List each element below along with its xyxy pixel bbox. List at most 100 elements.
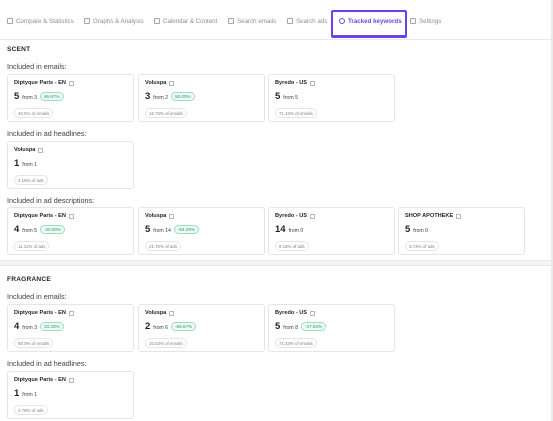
- external-link-icon[interactable]: [68, 377, 74, 383]
- tab-search-ads[interactable]: Search ads: [287, 14, 327, 28]
- tab-label: Compare & Statistics: [16, 17, 74, 25]
- count-value: 5: [275, 321, 281, 332]
- tab-compare-statistics[interactable]: Compare & Statistics: [7, 14, 74, 28]
- keyword-card[interactable]: Byredo - US 5 from 8 -37.50% 71.43% of ema…: [268, 304, 395, 352]
- keyword-card[interactable]: Byredo - US 5 from 5 71.43% of emails: [268, 74, 395, 122]
- from-value: from 5: [22, 228, 37, 234]
- keyword-card[interactable]: Voluspa 2 from 6 -66.67% 10.53% of emails: [138, 304, 265, 352]
- keyword-card[interactable]: Diptyque Paris - EN 4 from 5 -20.00% 11.11…: [7, 207, 134, 255]
- from-value: from 5: [283, 95, 298, 101]
- external-link-icon[interactable]: [169, 213, 175, 219]
- external-link-icon[interactable]: [456, 213, 462, 219]
- share-badge: 10.53% of emails: [145, 338, 187, 348]
- from-value: from 3: [22, 95, 37, 101]
- tab-label: Calendar & Content: [163, 17, 218, 25]
- group-label: Included in ad headlines:: [7, 359, 87, 368]
- chart-icon: [84, 18, 90, 24]
- external-link-icon[interactable]: [68, 213, 74, 219]
- share-badge: 16.76% of emails: [145, 108, 187, 118]
- section-divider: [0, 260, 553, 266]
- calendar-icon: [154, 18, 160, 24]
- group-label: Included in emails:: [7, 292, 67, 301]
- share-badge: 8.15% of ads: [275, 241, 309, 251]
- brand-name: Voluspa: [14, 147, 36, 153]
- share-badge: 11.11% of ads: [14, 241, 50, 251]
- external-link-icon[interactable]: [38, 147, 44, 153]
- brand-name: Byredo - US: [275, 80, 308, 86]
- keyword-card[interactable]: Voluspa 5 from 14 -64.29% 21.70% of ads: [138, 207, 265, 255]
- keyword-card[interactable]: Voluspa 1 from 1 4.15% of ads: [7, 141, 134, 189]
- section-title: FRAGRANCE: [7, 276, 51, 283]
- count-value: 1: [14, 158, 20, 169]
- external-link-icon[interactable]: [169, 310, 175, 316]
- tab-label: Graphs & Analysis: [93, 17, 144, 25]
- from-value: from 1: [22, 162, 37, 168]
- tab-settings[interactable]: Settings: [410, 14, 441, 28]
- share-badge: 71.43% of emails: [275, 108, 317, 118]
- tab-calendar-content[interactable]: Calendar & Content: [154, 14, 217, 28]
- active-tab-highlight: [331, 10, 407, 38]
- keyword-card[interactable]: SHOP APOTHEKE 5 from 0 3.73% of ads: [398, 207, 525, 255]
- keyword-card[interactable]: Diptyque Paris - EN 4 from 3 33.33% 50.0% …: [7, 304, 134, 352]
- gear-icon: [410, 18, 416, 24]
- from-value: from 0: [288, 228, 304, 234]
- section-title: SCENT: [7, 46, 31, 53]
- change-badge: -20.00%: [40, 225, 66, 234]
- count-value: 1: [14, 388, 20, 399]
- count-value: 14: [275, 224, 286, 235]
- brand-name: Voluspa: [145, 80, 167, 86]
- from-value: from 8: [283, 325, 298, 331]
- brand-name: Byredo - US: [275, 213, 308, 219]
- brand-name: Diptyque Paris - EN: [14, 80, 66, 86]
- tab-graphs-analysis[interactable]: Graphs & Analysis: [84, 14, 144, 28]
- share-badge: 71.43% of emails: [275, 338, 317, 348]
- tab-label: Settings: [419, 17, 442, 25]
- from-value: from 14: [153, 228, 171, 234]
- from-value: from 3: [22, 325, 37, 331]
- group-label: Included in ad descriptions:: [7, 196, 95, 205]
- change-badge: -66.67%: [171, 322, 197, 331]
- ad-search-icon: [287, 18, 293, 24]
- change-badge: 33.33%: [40, 322, 64, 331]
- count-value: 4: [14, 224, 20, 235]
- brand-name: Voluspa: [145, 310, 167, 316]
- external-link-icon[interactable]: [68, 310, 74, 316]
- keyword-card[interactable]: Diptyque Paris - EN 5 from 3 66.67% 40.5% …: [7, 74, 134, 122]
- external-link-icon[interactable]: [68, 80, 74, 86]
- brand-name: Diptyque Paris - EN: [14, 213, 66, 219]
- count-value: 5: [275, 91, 281, 102]
- count-value: 5: [145, 224, 151, 235]
- share-badge: 50.0% of emails: [14, 338, 54, 348]
- share-badge: 3.73% of ads: [405, 241, 439, 251]
- mail-search-icon: [228, 18, 234, 24]
- external-link-icon[interactable]: [310, 213, 316, 219]
- change-badge: -64.29%: [173, 225, 200, 234]
- external-link-icon[interactable]: [169, 80, 175, 86]
- share-badge: 2.78% of ads: [14, 405, 48, 415]
- keyword-card[interactable]: Diptyque Paris - EN 1 from 1 2.78% of ads: [7, 371, 134, 419]
- tab-label: Search emails: [237, 17, 277, 25]
- from-value: from 2: [153, 95, 168, 101]
- share-badge: 4.15% of ads: [14, 175, 48, 185]
- count-value: 3: [145, 91, 151, 102]
- count-value: 4: [14, 321, 20, 332]
- change-badge: 50.00%: [171, 92, 195, 101]
- brand-name: Voluspa: [145, 213, 167, 219]
- count-value: 5: [14, 91, 20, 102]
- tab-bar: Compare & Statistics Graphs & Analysis C…: [0, 0, 553, 40]
- tab-search-emails[interactable]: Search emails: [228, 14, 276, 28]
- external-link-icon[interactable]: [310, 80, 316, 86]
- keyword-card[interactable]: Byredo - US 14 from 0 8.15% of ads: [268, 207, 395, 255]
- count-value: 5: [405, 224, 411, 235]
- share-badge: 21.70% of ads: [145, 241, 182, 251]
- brand-name: Diptyque Paris - EN: [14, 377, 66, 383]
- group-label: Included in emails:: [7, 62, 67, 71]
- share-badge: 40.5% of emails: [14, 108, 54, 118]
- compare-icon: [7, 18, 13, 24]
- keyword-card[interactable]: Voluspa 3 from 2 50.00% 16.76% of emails: [138, 74, 265, 122]
- brand-name: Diptyque Paris - EN: [14, 310, 66, 316]
- count-value: 2: [145, 321, 151, 332]
- external-link-icon[interactable]: [310, 310, 316, 316]
- brand-name: SHOP APOTHEKE: [405, 213, 454, 219]
- brand-name: Byredo - US: [275, 310, 308, 316]
